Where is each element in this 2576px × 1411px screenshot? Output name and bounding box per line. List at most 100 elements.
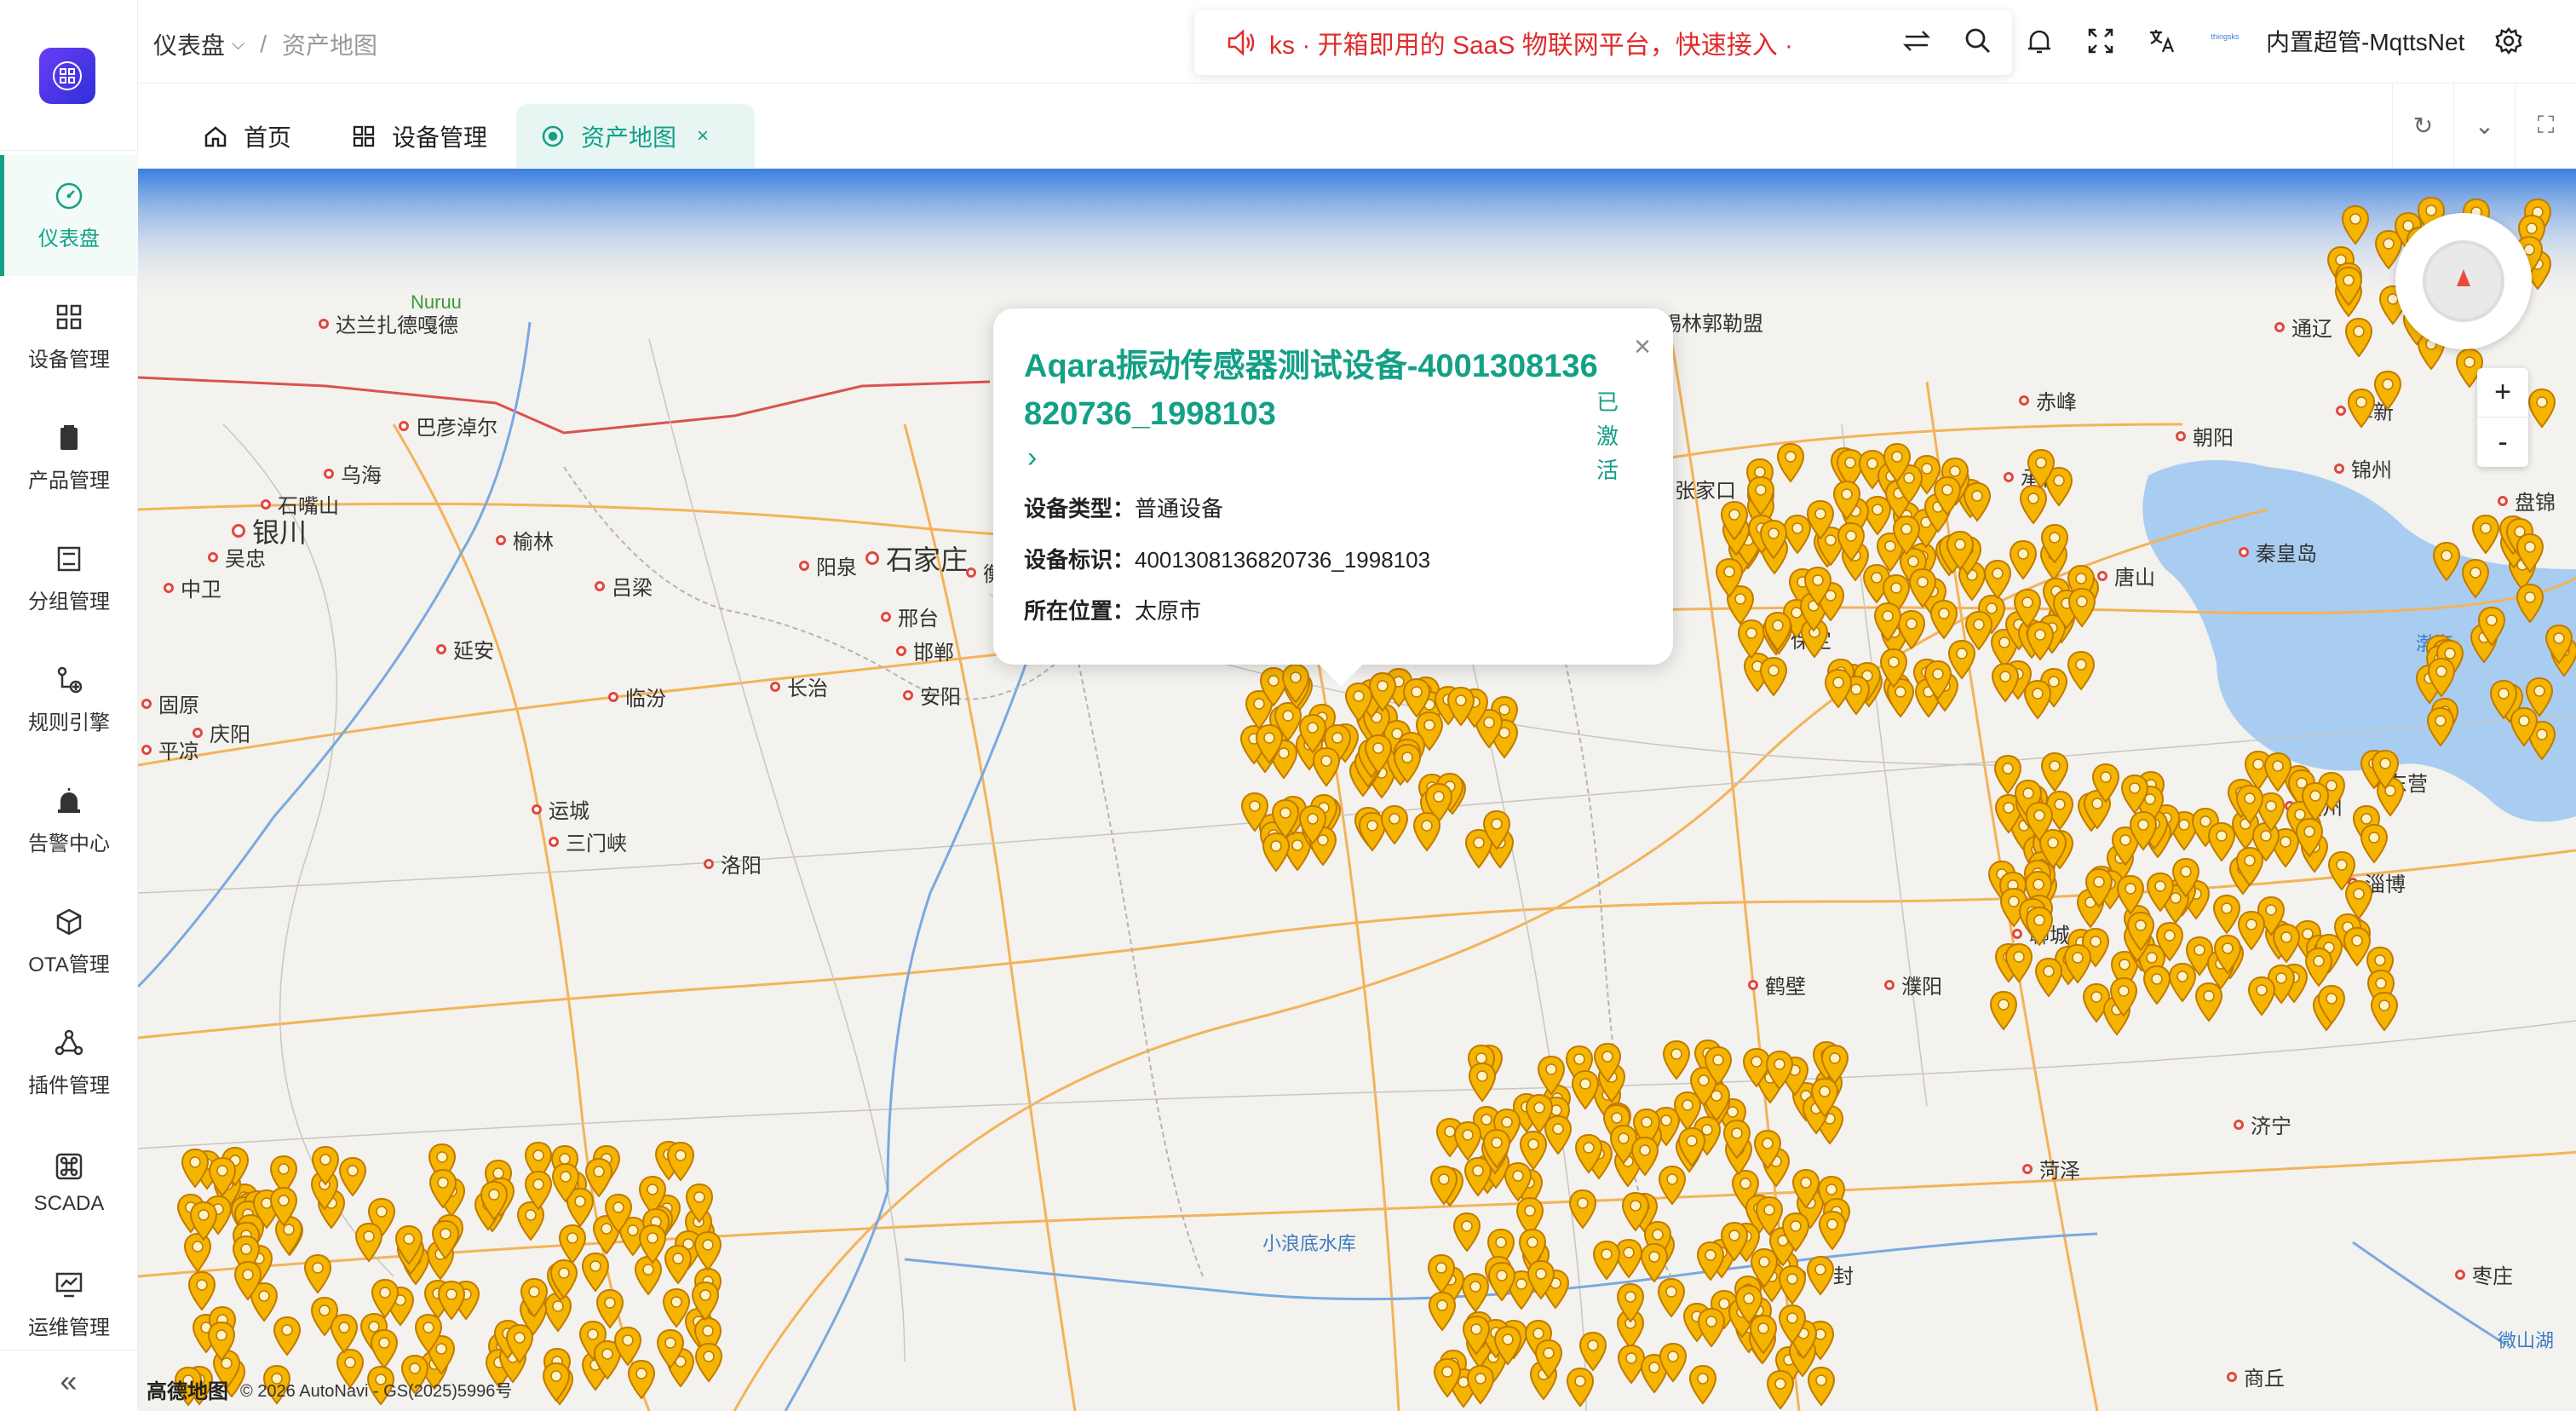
device-pin-icon[interactable] xyxy=(1615,1282,1646,1325)
device-pin-icon[interactable] xyxy=(504,1323,535,1366)
device-pin-icon[interactable] xyxy=(1467,1062,1498,1104)
device-pin-icon[interactable] xyxy=(2119,774,2150,816)
maximize-icon[interactable]: ⛶ xyxy=(2515,84,2576,168)
sidebar-item-product-management[interactable]: 产品管理 xyxy=(0,397,138,518)
device-pin-icon[interactable] xyxy=(2544,624,2574,666)
device-pin-icon[interactable] xyxy=(1882,442,1912,485)
device-title-link[interactable]: Aqara振动传感器测试设备-4001308136820736_1998103 xyxy=(1024,343,1603,438)
device-pin-icon[interactable] xyxy=(2067,587,2097,630)
device-pin-icon[interactable] xyxy=(1696,1307,1727,1350)
device-pin-icon[interactable] xyxy=(2333,266,2364,308)
tab-close-icon[interactable]: × xyxy=(697,124,709,148)
device-pin-icon[interactable] xyxy=(1990,662,2021,705)
device-pin-icon[interactable] xyxy=(2369,991,2400,1034)
device-pin-icon[interactable] xyxy=(1297,804,1328,847)
device-pin-icon[interactable] xyxy=(2515,583,2545,625)
device-pin-icon[interactable] xyxy=(1363,734,1394,776)
device-pin-icon[interactable] xyxy=(1945,530,1975,573)
device-pin-icon[interactable] xyxy=(1565,1367,1596,1409)
sidebar-item-rule-engine[interactable]: 规则引擎 xyxy=(0,639,138,760)
sidebar-item-device-management[interactable]: 设备管理 xyxy=(0,276,138,397)
device-pin-icon[interactable] xyxy=(207,1156,238,1199)
device-pin-icon[interactable] xyxy=(1401,677,1432,720)
device-pin-icon[interactable] xyxy=(1658,1342,1688,1385)
device-pin-icon[interactable] xyxy=(2008,539,2038,582)
device-pin-icon[interactable] xyxy=(2346,388,2377,430)
device-pin-icon[interactable] xyxy=(549,1258,579,1301)
device-pin-icon[interactable] xyxy=(2488,679,2519,722)
device-pin-icon[interactable] xyxy=(2470,514,2501,556)
device-pin-icon[interactable] xyxy=(2426,657,2457,700)
device-pin-icon[interactable] xyxy=(1745,475,1776,518)
device-pin-icon[interactable] xyxy=(1452,1212,1482,1254)
tab-home[interactable]: 首页 xyxy=(179,104,315,169)
device-pin-icon[interactable] xyxy=(369,1328,400,1371)
device-pin-icon[interactable] xyxy=(2515,533,2545,575)
device-pin-icon[interactable] xyxy=(1297,713,1328,756)
device-pin-icon[interactable] xyxy=(394,1224,424,1267)
device-pin-icon[interactable] xyxy=(180,1148,210,1190)
device-pin-icon[interactable] xyxy=(523,1170,554,1212)
device-pin-icon[interactable] xyxy=(2004,942,2034,985)
device-pin-icon[interactable] xyxy=(1432,1357,1463,1400)
device-pin-icon[interactable] xyxy=(329,1313,359,1356)
close-icon[interactable]: × xyxy=(1634,331,1651,364)
device-pin-icon[interactable] xyxy=(1254,723,1285,766)
device-pin-icon[interactable] xyxy=(1676,1126,1707,1169)
device-pin-icon[interactable] xyxy=(1239,792,1270,834)
sidebar-item-plugin-management[interactable]: 插件管理 xyxy=(0,1002,138,1123)
device-pin-icon[interactable] xyxy=(1777,1264,1808,1307)
device-pin-icon[interactable] xyxy=(2108,976,2139,1019)
device-pin-icon[interactable] xyxy=(2246,976,2277,1018)
asset-map[interactable]: 达兰扎德嘎德 巴彦淖尔 乌海 石嘴山 银川 吴忠 中卫 榆林 吕梁 延安 固原 … xyxy=(138,169,2576,1411)
device-pin-icon[interactable] xyxy=(1412,811,1442,854)
sidebar-item-alarm-center[interactable]: 告警中心 xyxy=(0,760,138,881)
device-pin-icon[interactable] xyxy=(1836,521,1866,564)
device-pin-icon[interactable] xyxy=(1591,1240,1622,1282)
detail-arrow-icon[interactable]: › xyxy=(1027,441,1642,475)
device-pin-icon[interactable] xyxy=(1752,1129,1783,1172)
device-pin-icon[interactable] xyxy=(1734,1284,1764,1327)
device-pin-icon[interactable] xyxy=(1805,1255,1836,1298)
device-pin-icon[interactable] xyxy=(541,1362,572,1404)
device-pin-icon[interactable] xyxy=(1481,1128,1512,1171)
device-pin-icon[interactable] xyxy=(1762,611,1793,654)
device-pin-icon[interactable] xyxy=(1492,1325,1523,1368)
sidebar-item-scada[interactable]: SCADA xyxy=(0,1123,138,1244)
device-pin-icon[interactable] xyxy=(1803,566,1833,608)
device-pin-icon[interactable] xyxy=(2062,943,2093,986)
device-pin-icon[interactable] xyxy=(2340,204,2371,247)
device-pin-icon[interactable] xyxy=(2066,650,2096,693)
device-pin-icon[interactable] xyxy=(2024,801,2055,844)
device-pin-icon[interactable] xyxy=(2039,523,2070,566)
device-pin-icon[interactable] xyxy=(655,1328,686,1371)
sidebar-item-group-management[interactable]: 分组管理 xyxy=(0,518,138,639)
device-pin-icon[interactable] xyxy=(2300,781,2331,824)
device-pin-icon[interactable] xyxy=(479,1180,509,1223)
tab-asset-map[interactable]: 资产地图 × xyxy=(516,104,755,169)
device-pin-icon[interactable] xyxy=(187,1270,217,1313)
bell-icon[interactable] xyxy=(2021,22,2058,60)
switch-icon[interactable] xyxy=(1898,22,1935,60)
device-pin-icon[interactable] xyxy=(354,1222,384,1264)
zoom-out-button[interactable]: - xyxy=(2477,418,2528,467)
device-pin-icon[interactable] xyxy=(2359,823,2389,866)
device-pin-icon[interactable] xyxy=(1481,809,1512,852)
device-pin-icon[interactable] xyxy=(1758,656,1789,699)
device-pin-icon[interactable] xyxy=(1805,499,1836,542)
sidebar-collapse-button[interactable]: « xyxy=(0,1350,137,1411)
device-pin-icon[interactable] xyxy=(550,1162,581,1205)
zoom-in-button[interactable]: + xyxy=(2477,368,2528,418)
device-pin-icon[interactable] xyxy=(1714,557,1745,600)
device-pin-icon[interactable] xyxy=(2033,957,2064,999)
device-pin-icon[interactable] xyxy=(1452,1120,1483,1163)
device-pin-icon[interactable] xyxy=(1392,743,1423,786)
device-pin-icon[interactable] xyxy=(310,1145,341,1188)
device-pin-icon[interactable] xyxy=(1688,1364,1718,1407)
device-pin-icon[interactable] xyxy=(1343,682,1374,724)
device-pin-icon[interactable] xyxy=(665,1141,696,1184)
device-pin-icon[interactable] xyxy=(1823,668,1854,711)
sidebar-item-dashboard[interactable]: 仪表盘 xyxy=(0,155,138,276)
user-avatar[interactable]: thingsks xyxy=(2205,32,2245,49)
device-pin-icon[interactable] xyxy=(413,1313,444,1356)
